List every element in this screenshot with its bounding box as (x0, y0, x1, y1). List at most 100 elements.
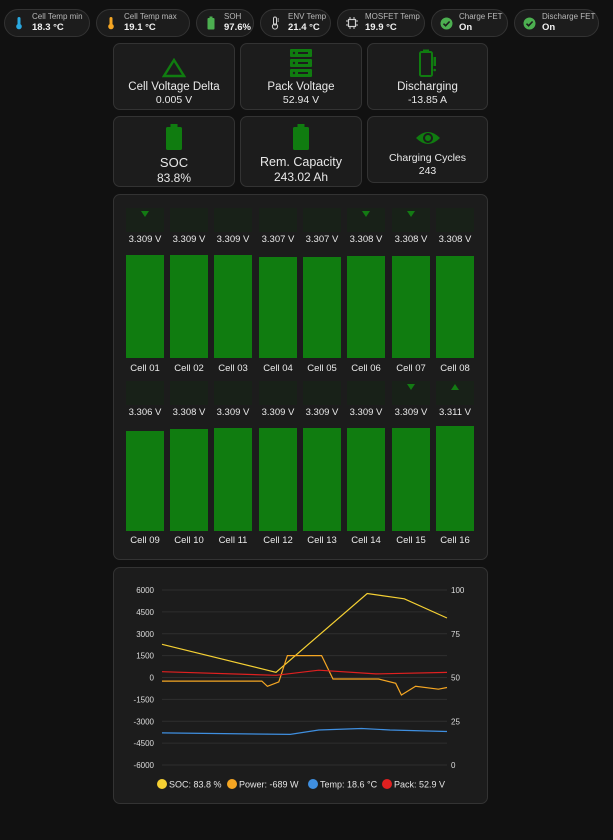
chip-value: On (542, 22, 556, 34)
cell-voltage: 3.309 V (261, 407, 295, 418)
cell-voltage-bar (392, 428, 430, 531)
card-rem-capacity[interactable]: Rem. Capacity 243.02 Ah (240, 116, 362, 187)
cell-voltage: 3.308 V (394, 234, 428, 245)
chip-label: ENV Temp (288, 12, 327, 22)
cell-name: Cell 10 (174, 535, 204, 546)
chip-label: Cell Temp min (32, 12, 83, 22)
cell-voltage-bar (126, 255, 164, 358)
chip-mosfet-temp[interactable]: MOSFET Temp 19.9 °C (337, 9, 425, 37)
cell-voltage-bar (170, 429, 208, 531)
cell-trend-indicator (392, 208, 430, 232)
cell-voltage: 3.309 V (128, 234, 162, 245)
cell-name: Cell 14 (351, 535, 381, 546)
cell-name: Cell 06 (351, 363, 381, 374)
chip-value: 18.3 °C (32, 22, 64, 34)
battery-discharging-icon (418, 49, 438, 78)
cell-tile[interactable]: 3.309 V Cell 03 (214, 208, 252, 377)
cell-voltage-bar (436, 256, 474, 358)
cell-trend-indicator (126, 381, 164, 405)
card-pack-voltage[interactable]: Pack Voltage 52.94 V (240, 43, 362, 110)
cell-tile[interactable]: 3.309 V Cell 13 (303, 381, 341, 549)
cell-voltage: 3.307 V (305, 234, 339, 245)
chip-env-temp[interactable]: ENV Temp 21.4 °C (260, 9, 331, 37)
cell-name: Cell 07 (396, 363, 426, 374)
cell-trend-indicator (214, 208, 252, 232)
card-name: Pack Voltage (267, 81, 335, 93)
sensor-chip-row: Cell Temp min 18.3 °C Cell Temp max 19.1 °… (4, 9, 610, 37)
card-discharging[interactable]: Discharging -13.85 A (367, 43, 488, 110)
history-chart-panel: 6000 4500 3000 1500 0 -1500 -3000 -4500 -6000 100… (113, 567, 488, 804)
card-name: Discharging (397, 81, 458, 93)
card-value: 52.94 V (282, 94, 320, 106)
cell-voltage: 3.309 V (172, 234, 206, 245)
card-soc[interactable]: SOC 83.8% (113, 116, 235, 187)
legend-label: Power: -689 W (239, 780, 299, 790)
cell-voltage: 3.308 V (438, 234, 472, 245)
chip-label: Discharge FET (542, 12, 596, 22)
cell-tile[interactable]: 3.308 V Cell 10 (170, 381, 208, 549)
legend-label: SOC: 83.8 % (169, 780, 222, 790)
cell-tile[interactable]: 3.306 V Cell 09 (126, 381, 164, 549)
cell-trend-indicator (347, 381, 385, 405)
battery-icon (165, 124, 183, 150)
left-tick-label: -3000 (134, 717, 155, 726)
right-tick-label: 100 (451, 586, 465, 595)
series-line-pack (161, 669, 448, 676)
cell-tile[interactable]: 3.309 V Cell 01 (126, 208, 164, 377)
cell-tile[interactable]: 3.307 V Cell 04 (259, 208, 297, 377)
thermometer-icon (268, 16, 282, 30)
chip-label: Cell Temp max (124, 12, 177, 22)
cell-trend-indicator (214, 381, 252, 405)
cell-tile[interactable]: 3.309 V Cell 02 (170, 208, 208, 377)
check-circle-icon (522, 16, 536, 30)
legend-label: Temp: 18.6 °C (320, 780, 378, 790)
cell-name: Cell 09 (130, 535, 160, 546)
thermometer-low-icon (12, 16, 26, 30)
cell-voltage: 3.309 V (349, 407, 383, 418)
card-value: 243 (418, 165, 437, 177)
card-cell-voltage-delta[interactable]: Cell Voltage Delta 0.005 V (113, 43, 235, 110)
cell-name: Cell 08 (440, 363, 470, 374)
cell-tile[interactable]: 3.307 V Cell 05 (303, 208, 341, 377)
cell-voltage-bar (259, 428, 297, 531)
cell-trend-indicator (170, 381, 208, 405)
cell-name: Cell 15 (396, 535, 426, 546)
cell-trend-indicator (392, 381, 430, 405)
cell-voltage-bar (436, 426, 474, 531)
cell-voltage-bar (126, 431, 164, 531)
cell-voltage-bar (303, 257, 341, 358)
legend-marker (227, 779, 237, 789)
cell-name: Cell 13 (307, 535, 337, 546)
chip-charge-fet[interactable]: Charge FET On (431, 9, 508, 37)
arrow-down-icon (407, 384, 415, 390)
left-tick-label: 1500 (136, 652, 154, 661)
chip-cell-temp-min[interactable]: Cell Temp min 18.3 °C (4, 9, 90, 37)
legend-marker (308, 779, 318, 789)
cell-trend-indicator (436, 381, 474, 405)
cell-tile[interactable]: 3.309 V Cell 14 (347, 381, 385, 549)
cell-voltage-bar (347, 428, 385, 531)
cell-voltage-bar (303, 428, 341, 531)
chip-discharge-fet[interactable]: Discharge FET On (514, 9, 599, 37)
cell-tile[interactable]: 3.309 V Cell 15 (392, 381, 430, 549)
chip-soh[interactable]: SOH 97.6% (196, 9, 254, 37)
cell-tile[interactable]: 3.308 V Cell 08 (436, 208, 474, 377)
cell-voltages-panel: 3.309 V Cell 01 3.309 V Cell 02 3.309 V Cell … (113, 194, 488, 560)
chip-label: MOSFET Temp (365, 12, 420, 22)
cell-voltage-bar (392, 256, 430, 358)
cell-tile[interactable]: 3.309 V Cell 11 (214, 381, 252, 549)
cell-tile[interactable]: 3.311 V Cell 16 (436, 381, 474, 549)
chip-value: 19.1 °C (124, 22, 156, 34)
card-charging-cycles[interactable]: Charging Cycles 243 (367, 116, 488, 183)
cell-voltage: 3.309 V (394, 407, 428, 418)
left-tick-label: 4500 (136, 608, 154, 617)
card-value: -13.85 A (407, 94, 448, 106)
cell-tile[interactable]: 3.309 V Cell 12 (259, 381, 297, 549)
cell-name: Cell 04 (263, 363, 293, 374)
card-name: Charging Cycles (388, 152, 467, 164)
cell-tile[interactable]: 3.308 V Cell 06 (347, 208, 385, 377)
chip-cell-temp-max[interactable]: Cell Temp max 19.1 °C (96, 9, 190, 37)
cell-tile[interactable]: 3.308 V Cell 07 (392, 208, 430, 377)
history-chart[interactable]: 6000 4500 3000 1500 0 -1500 -3000 -4500 -6000 100… (114, 568, 489, 805)
left-tick-label: -4500 (134, 739, 155, 748)
